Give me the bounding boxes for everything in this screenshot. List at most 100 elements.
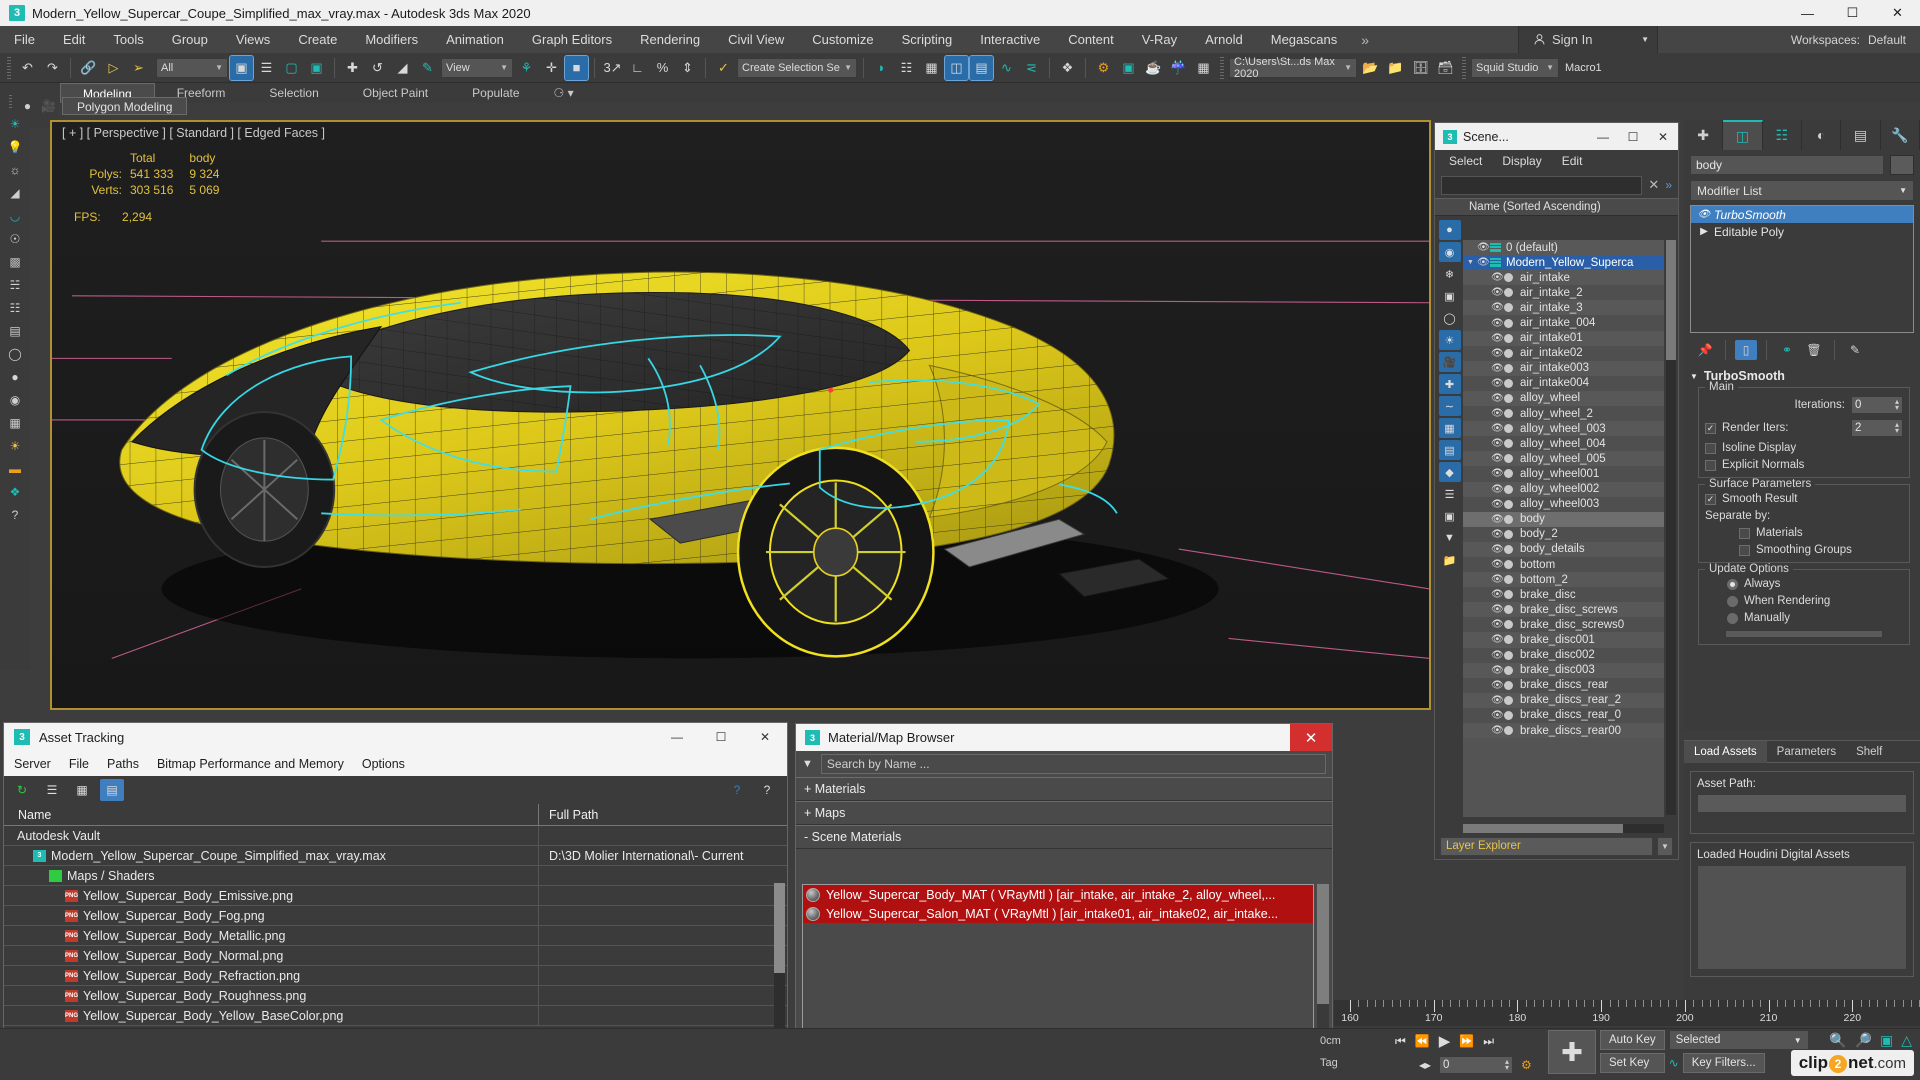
save-file-icon[interactable]: 📁: [1384, 56, 1407, 80]
scene-explorer-item[interactable]: 👁 alloy_wheel_003: [1463, 421, 1664, 437]
menu-content[interactable]: Content: [1054, 26, 1128, 53]
toolbar-grip[interactable]: [7, 56, 11, 79]
update-button[interactable]: [1725, 630, 1883, 638]
scene-explorer-item[interactable]: 👁 brake_disc001: [1463, 632, 1664, 648]
configure-modifier-sets-icon[interactable]: ✎: [1844, 340, 1866, 360]
dome-light-icon[interactable]: ◡: [4, 206, 26, 226]
update-manually-row[interactable]: Manually: [1705, 612, 1903, 624]
column-full-path[interactable]: Full Path: [539, 804, 787, 825]
project-folder-dropdown[interactable]: C:\Users\St...ds Max 2020 ▼: [1229, 56, 1357, 80]
ies-light-icon[interactable]: ☉: [4, 229, 26, 249]
eye-icon[interactable]: 👁: [1491, 514, 1504, 525]
use-pivot-point-center-icon[interactable]: ⚘: [515, 56, 538, 80]
eye-icon[interactable]: 👁: [1491, 634, 1504, 645]
materials-checkbox[interactable]: [1739, 527, 1750, 539]
menu-group[interactable]: Group: [158, 26, 222, 53]
help-blue-icon[interactable]: ?: [725, 779, 749, 801]
scene-explorer-item[interactable]: 👁 bottom: [1463, 556, 1664, 573]
fur-icon[interactable]: ☵: [4, 275, 26, 295]
asset-tracking-row[interactable]: Maps / Shaders: [4, 866, 787, 886]
scene-explorer-item[interactable]: 👁 alloy_wheel_004: [1463, 436, 1664, 452]
zoom-all-icon[interactable]: 🔎: [1855, 1032, 1872, 1049]
section-maps[interactable]: + Maps: [796, 801, 1332, 825]
undo-icon[interactable]: ↶: [16, 56, 39, 80]
eye-icon[interactable]: 👁: [1491, 650, 1504, 661]
object-dot-icon[interactable]: [1504, 695, 1515, 705]
object-dot-icon[interactable]: [1504, 529, 1515, 539]
scene-explorer-item[interactable]: 👁 0 (default): [1463, 240, 1664, 256]
tree-view-icon[interactable]: ▦: [70, 779, 94, 801]
help-icon[interactable]: ?: [4, 505, 26, 525]
displacement-icon[interactable]: ☷: [4, 298, 26, 318]
eye-icon[interactable]: 👁: [1491, 468, 1504, 479]
zoom-icon[interactable]: 🔍: [1829, 1032, 1846, 1049]
menu-megascans[interactable]: Megascans: [1257, 26, 1351, 53]
eye-icon[interactable]: 👁: [1491, 348, 1504, 359]
menu-create[interactable]: Create: [284, 26, 351, 53]
scene-explorer-list[interactable]: 👁 0 (default) ▼ 👁 Modern_Yellow_Superca 👁 air_…: [1463, 240, 1664, 817]
render-production-icon[interactable]: ☕: [1142, 56, 1165, 80]
tab-populate[interactable]: Populate: [450, 83, 541, 103]
minimize-button[interactable]: —: [1785, 0, 1830, 26]
sign-in-button[interactable]: Sign In ▼: [1518, 26, 1658, 53]
tab-object-paint[interactable]: Object Paint: [341, 83, 450, 103]
object-dot-icon[interactable]: [1504, 499, 1515, 509]
snaps-toggle-icon[interactable]: 3↗: [601, 56, 624, 80]
isoline-display-checkbox[interactable]: [1705, 442, 1716, 454]
render-iters-spinner[interactable]: 2 ▴ ▾: [1851, 419, 1903, 437]
refresh-icon[interactable]: ↻: [10, 779, 34, 801]
strip-spacewarps-icon[interactable]: ∼: [1438, 396, 1461, 416]
object-color-swatch[interactable]: [1890, 155, 1914, 175]
help-gray-icon[interactable]: ?: [755, 779, 779, 801]
eye-icon[interactable]: 👁: [1491, 680, 1504, 691]
sphere-icon[interactable]: ●: [4, 367, 26, 387]
object-dot-icon[interactable]: [1504, 469, 1515, 479]
scene-explorer-item[interactable]: 👁 brake_disc: [1463, 587, 1664, 603]
reference-coordinate-dropdown[interactable]: View ▼: [441, 57, 513, 78]
eye-icon[interactable]: 👁: [1477, 242, 1490, 253]
scene-explorer-item[interactable]: 👁 alloy_wheel: [1463, 390, 1664, 407]
eye-icon[interactable]: 👁: [1491, 589, 1504, 600]
scene-explorer-item[interactable]: 👁 air_intake: [1463, 270, 1664, 286]
menu-scripting[interactable]: Scripting: [888, 26, 967, 53]
object-dot-icon[interactable]: [1504, 680, 1515, 690]
scene-explorer-item[interactable]: 👁 air_intake_2: [1463, 285, 1664, 301]
eye-icon[interactable]: 👁: [1491, 544, 1504, 555]
layer-explorer-icon[interactable]: ▦: [920, 56, 943, 80]
chevron-down-icon[interactable]: ▼: [1641, 35, 1657, 44]
eye-icon[interactable]: 👁: [1491, 725, 1504, 736]
asset-path-input[interactable]: [1697, 794, 1907, 813]
select-and-link-icon[interactable]: 🔗: [77, 56, 100, 80]
tab-motion-icon[interactable]: ◐: [1801, 120, 1842, 150]
eye-icon[interactable]: 👁: [1491, 484, 1504, 495]
strip-layers-icon[interactable]: ☰: [1439, 484, 1461, 504]
play-animation-icon[interactable]: ▶: [1439, 1032, 1451, 1050]
scene-explorer-item[interactable]: 👁 brake_disc_screws: [1463, 602, 1664, 618]
eye-icon[interactable]: 👁: [1491, 695, 1504, 706]
material-browser-close-button[interactable]: ✕: [1290, 724, 1332, 751]
tab-load-assets[interactable]: Load Assets: [1684, 741, 1767, 763]
select-and-place-icon[interactable]: ✎: [416, 56, 439, 80]
object-dot-icon[interactable]: [1504, 288, 1515, 298]
tab-shelf[interactable]: Shelf: [1846, 741, 1892, 763]
scene-explorer-item[interactable]: 👁 brake_disc003: [1463, 662, 1664, 678]
render-setup-icon[interactable]: ⚙: [1092, 56, 1115, 80]
section-materials[interactable]: + Materials: [796, 777, 1332, 801]
scrollbar-thumb[interactable]: [1463, 824, 1623, 833]
object-dot-icon[interactable]: [1504, 590, 1515, 600]
asset-tracking-close[interactable]: ✕: [743, 723, 787, 751]
sun-icon[interactable]: ☼: [4, 160, 26, 180]
object-dot-icon[interactable]: [1504, 710, 1515, 720]
object-dot-icon[interactable]: [1504, 605, 1515, 615]
make-unique-icon[interactable]: ⚭: [1776, 340, 1798, 360]
ribbon-subtab-polygon-modeling[interactable]: Polygon Modeling: [62, 97, 188, 115]
timeline-ruler-container[interactable]: 160 170 180 190 200 210 220: [1334, 1000, 1920, 1028]
object-dot-icon[interactable]: [1504, 454, 1515, 464]
eye-icon[interactable]: 👁: [1477, 257, 1490, 268]
eye-icon[interactable]: 👁: [1491, 710, 1504, 721]
eye-icon[interactable]: 👁: [1491, 619, 1504, 630]
remove-modifier-icon[interactable]: 🗑: [1803, 340, 1825, 360]
update-always-radio[interactable]: [1727, 578, 1738, 590]
key-mode-dropdown[interactable]: Selected ▼: [1668, 1030, 1809, 1050]
eye-icon[interactable]: 👁: [1491, 378, 1504, 389]
